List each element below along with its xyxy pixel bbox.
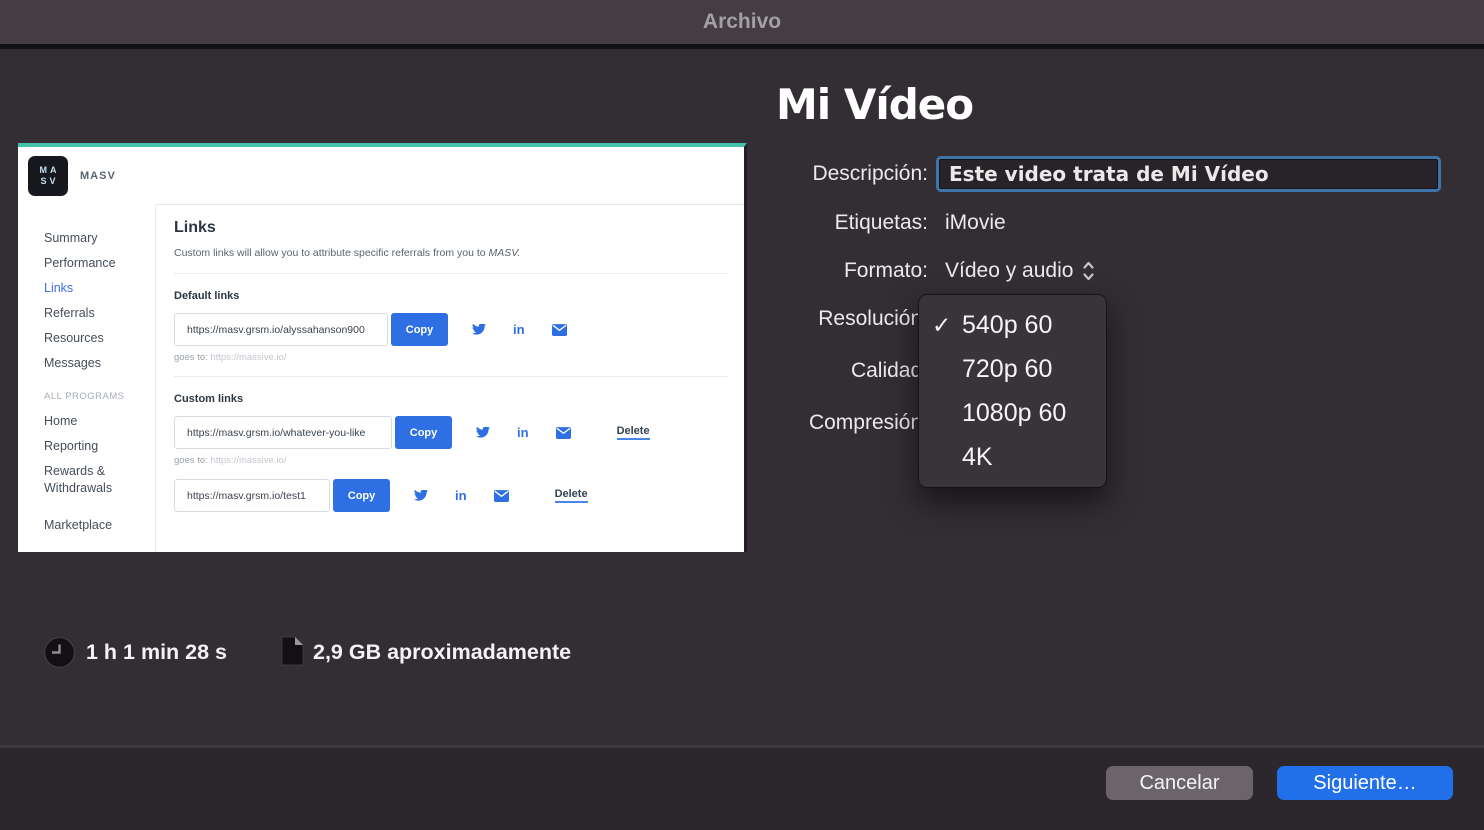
menu-item-1080p60[interactable]: 1080p 60 [919,391,1106,435]
sidebar-item-reporting: Reporting [44,434,155,459]
sidebar-item-home: Home [44,409,155,434]
sidebar-item-performance: Performance [44,251,155,276]
tags-row: Etiquetas: iMovie [770,206,1470,240]
copy-button: Copy [333,479,390,512]
format-popup[interactable]: Vídeo y audio [945,259,1095,283]
sidebar-item-messages: Messages [44,351,155,376]
sidebar-item-rewards-withdrawals: Rewards & Withdrawals [44,459,136,501]
masv-sidebar: Summary Performance Links Referrals Reso… [18,204,155,552]
goes-to-line: goes to: https://massive.io/ [174,352,728,363]
description-row: Descripción: [770,157,1470,191]
duration-text: 1 h 1 min 28 s [86,640,227,665]
resolution-label: Resolución: [770,307,928,331]
copy-button: Copy [395,416,452,449]
goes-to-line: goes to: https://massive.io/ [174,455,728,466]
twitter-icon [472,324,486,336]
menu-item-label: 4K [962,443,993,471]
divider [174,273,728,274]
menu-item-4k[interactable]: 4K [919,435,1106,479]
description-label: Descripción: [770,162,928,186]
masv-logo-line1: MA [40,165,60,176]
links-intro: Custom links will allow you to attribute… [174,247,728,259]
delete-link: Delete [555,488,588,503]
next-button[interactable]: Siguiente… [1277,766,1453,800]
video-preview: MA SV MASV Summary Performance Links Ref… [18,143,747,552]
url-field: https://masv.grsm.io/alyssahanson900 [174,313,388,346]
page-title: Mi Vídeo [776,80,973,129]
masv-content: Links Custom links will allow you to att… [155,204,744,552]
goes-to-prefix: goes to: [174,455,210,466]
link-row-default: https://masv.grsm.io/alyssahanson900 Cop… [174,313,728,346]
custom-links-label: Custom links [174,393,728,405]
clock-icon [44,637,75,673]
compression-row: Compresión: [770,406,1470,440]
menu-item-label: 720p 60 [962,355,1052,383]
mail-icon [552,324,567,336]
sidebar-item-marketplace: Marketplace [44,513,155,538]
sidebar-item-summary: Summary [44,226,155,251]
links-intro-text: Custom links will allow you to attribute… [174,247,489,259]
mail-icon [494,490,509,502]
default-links-label: Default links [174,290,728,302]
masv-header: MA SV MASV [18,147,744,204]
menu-item-720p60[interactable]: 720p 60 [919,347,1106,391]
format-value: Vídeo y audio [945,259,1073,283]
compression-label: Compresión: [770,411,928,435]
linkedin-icon: in [455,488,467,503]
menu-item-label: 1080p 60 [962,399,1066,427]
twitter-icon [476,427,490,439]
goes-to-url: https://massive.io/ [210,455,286,466]
format-row: Formato: Vídeo y audio [770,254,1470,288]
description-input[interactable] [936,156,1441,192]
links-intro-emphasis: MASV. [489,247,521,259]
file-icon [281,636,304,671]
linkedin-icon: in [513,322,525,337]
quality-label: Calidad: [770,359,928,383]
window-titlebar: Archivo [0,0,1484,44]
quality-row: Calidad: [770,354,1470,388]
cancel-button[interactable]: Cancelar [1106,766,1253,800]
goes-to-url: https://massive.io/ [210,352,286,363]
tags-label: Etiquetas: [770,211,928,235]
menu-item-540p60[interactable]: ✓ 540p 60 [919,303,1106,347]
masv-brand: MASV [80,170,116,182]
masv-logo: MA SV [28,156,68,196]
titlebar-separator [0,44,1484,49]
url-field: https://masv.grsm.io/test1 [174,479,330,512]
copy-button: Copy [391,313,448,346]
links-heading: Links [174,219,728,237]
tags-value[interactable]: iMovie [945,211,1006,235]
goes-to-prefix: goes to: [174,352,210,363]
masv-body: Summary Performance Links Referrals Reso… [18,204,744,552]
sidebar-section-all-programs: ALL PROGRAMS [44,384,155,409]
mail-icon [556,427,571,439]
masv-logo-line2: SV [40,176,58,187]
sidebar-item-referrals: Referrals [44,301,155,326]
menu-item-label: 540p 60 [962,311,1052,339]
url-field: https://masv.grsm.io/whatever-you-like [174,416,392,449]
linkedin-icon: in [517,425,529,440]
divider [174,376,728,377]
sidebar-item-links: Links [44,276,155,301]
sidebar-item-resources: Resources [44,326,155,351]
window-title: Archivo [703,10,781,34]
link-row-custom-1: https://masv.grsm.io/whatever-you-like C… [174,416,728,449]
filesize-text: 2,9 GB aproximadamente [313,640,571,665]
link-row-custom-2: https://masv.grsm.io/test1 Copy in Delet… [174,479,728,512]
dialog-footer: Cancelar Siguiente… [0,745,1484,830]
checkmark-icon: ✓ [932,303,951,347]
format-label: Formato: [770,259,928,283]
resolution-menu: ✓ 540p 60 720p 60 1080p 60 4K [918,294,1107,488]
delete-link: Delete [617,425,650,440]
twitter-icon [414,490,428,502]
chevron-updown-icon [1082,260,1095,282]
resolution-row: Resolución: [770,302,1470,336]
